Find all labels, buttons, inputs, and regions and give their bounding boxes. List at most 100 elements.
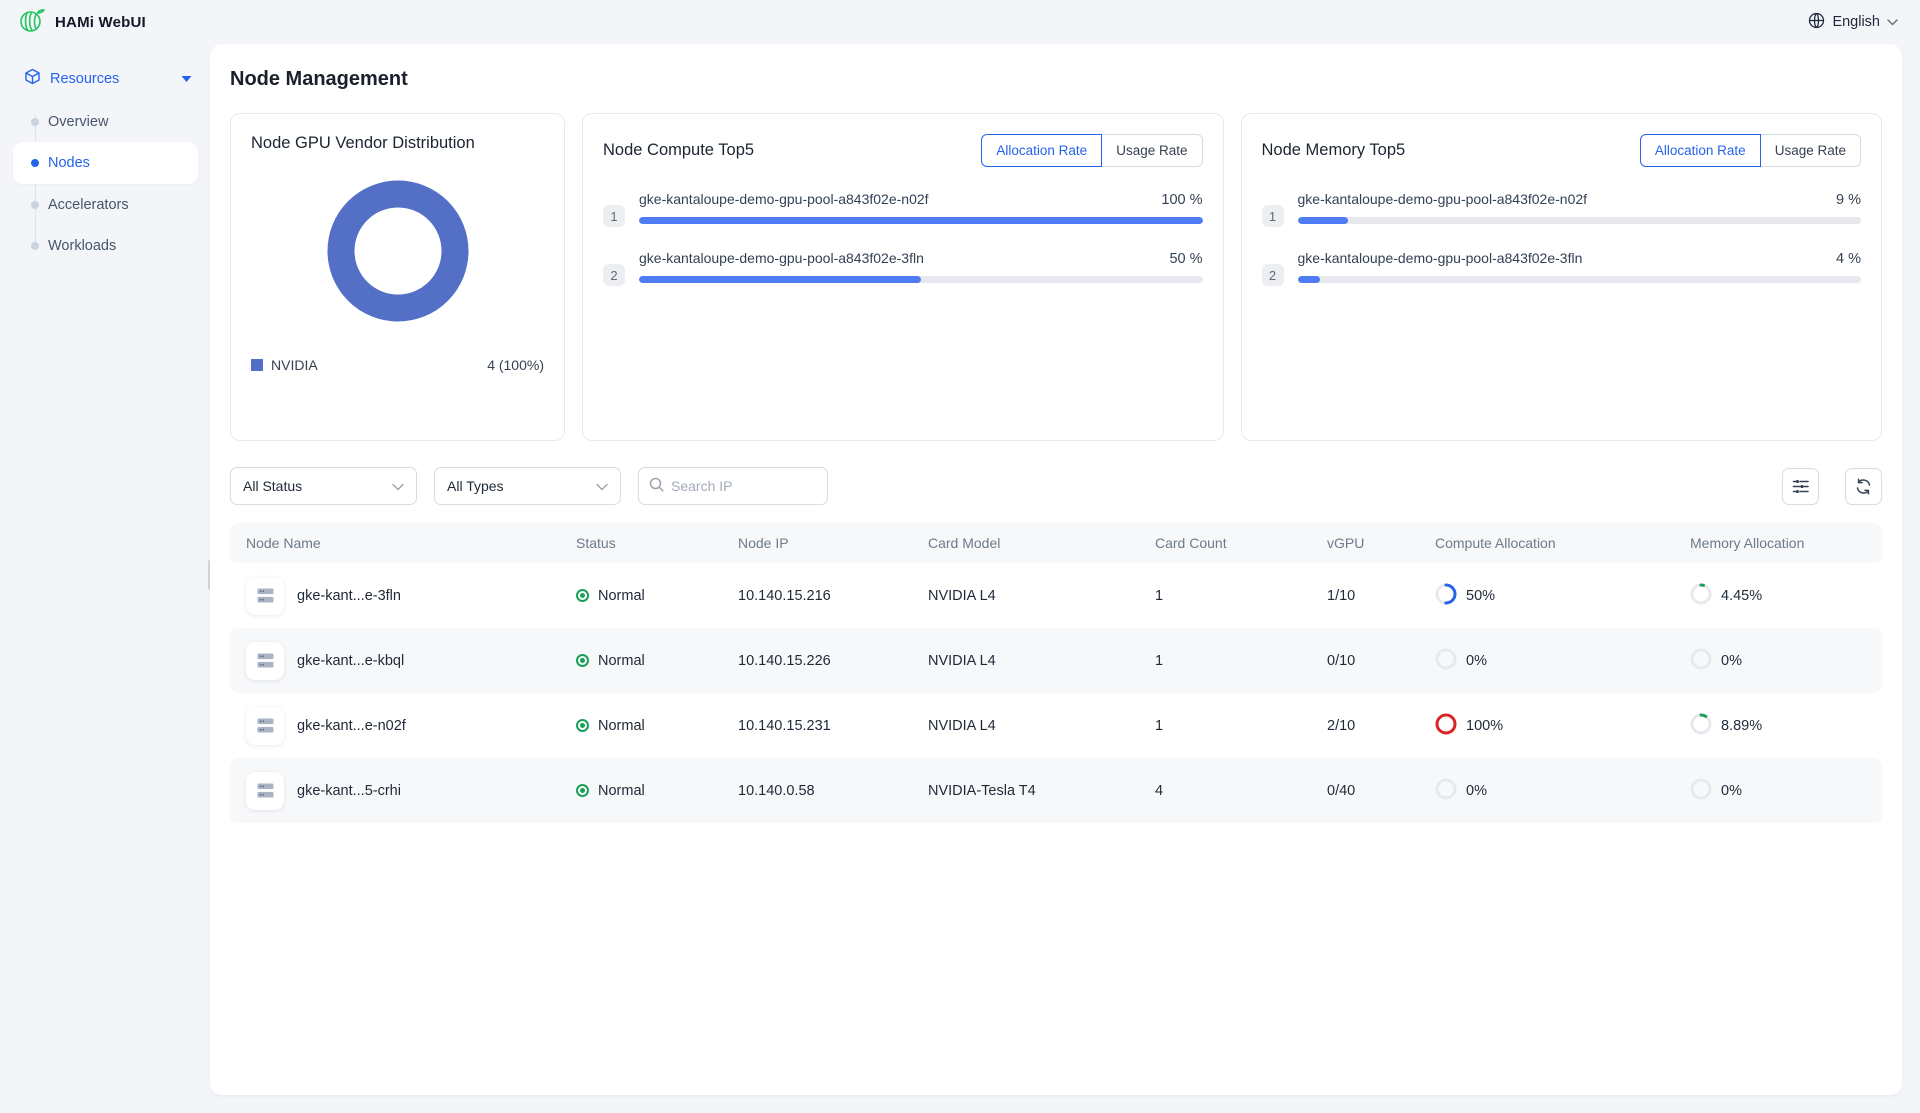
tab-allocation-rate[interactable]: Allocation Rate (1640, 134, 1761, 167)
top5-body: gke-kantaloupe-demo-gpu-pool-a843f02e-3f… (1298, 250, 1862, 286)
top5-body: gke-kantaloupe-demo-gpu-pool-a843f02e-n0… (639, 191, 1203, 227)
status-text: Normal (598, 653, 645, 669)
globe-icon (1808, 12, 1825, 33)
card-model-cell: NVIDIA-Tesla T4 (912, 783, 1139, 799)
node-name-text: gke-kant...e-3fln (297, 588, 401, 604)
status-filter-select[interactable]: All Status (230, 467, 417, 505)
memory-ring-chart (1690, 778, 1712, 804)
top5-value: 9 % (1836, 192, 1861, 208)
card-count-cell: 1 (1139, 653, 1311, 669)
brand: HAMi WebUI (18, 7, 146, 37)
tab-usage-rate[interactable]: Usage Rate (1761, 134, 1861, 167)
node-name-text: gke-kant...e-kbql (297, 653, 404, 669)
sidebar-item-nodes[interactable]: Nodes (13, 142, 198, 184)
gpu-vendor-card-title: Node GPU Vendor Distribution (251, 134, 544, 153)
table-row[interactable]: gke-kant...e-3flnNormal10.140.15.216NVID… (230, 563, 1882, 628)
table-body: gke-kant...e-3fln Normal 10.140.15.216 NVID… (230, 563, 1882, 823)
status-text: Normal (598, 588, 645, 604)
progress-bar (1298, 217, 1862, 224)
filter-bar: All Status All Types (230, 467, 1882, 505)
server-icon (246, 772, 284, 810)
server-icon (246, 577, 284, 615)
memory-top5-title: Node Memory Top5 (1262, 141, 1406, 160)
sidebar-item-label: Workloads (48, 238, 116, 254)
memory-allocation-cell: 8.89% (1674, 713, 1882, 739)
column-header-vgpu: vGPU (1311, 535, 1419, 551)
compute-ring-chart (1435, 648, 1457, 674)
rank-badge: 1 (603, 205, 625, 227)
page-title: Node Management (230, 68, 1882, 91)
app-title: HAMi WebUI (55, 14, 146, 31)
node-name-text: gke-kant...e-n02f (297, 718, 406, 734)
compute-ring-chart (1435, 778, 1457, 804)
rank-badge: 1 (1262, 205, 1284, 227)
top5-node-name: gke-kantaloupe-demo-gpu-pool-a843f02e-3f… (639, 250, 924, 266)
server-icon (246, 707, 284, 745)
tree-dot-icon (31, 118, 39, 126)
gpu-vendor-card: Node GPU Vendor Distribution NVIDIA 4 (1… (230, 113, 565, 441)
top5-body: gke-kantaloupe-demo-gpu-pool-a843f02e-n0… (1298, 191, 1862, 227)
search-box (638, 467, 828, 505)
sidebar-item-label: Accelerators (48, 197, 129, 213)
tab-usage-rate[interactable]: Usage Rate (1102, 134, 1202, 167)
compute-ring-chart (1435, 713, 1457, 739)
card-count-cell: 1 (1139, 718, 1311, 734)
column-settings-button[interactable] (1782, 468, 1819, 505)
status-cell: Normal (560, 783, 722, 799)
table-row[interactable]: gke-kant...e-n02fNormal10.140.15.231NVID… (230, 693, 1882, 758)
top5-body: gke-kantaloupe-demo-gpu-pool-a843f02e-3f… (639, 250, 1203, 286)
legend-label: NVIDIA (271, 357, 487, 373)
column-header-node-ip: Node IP (722, 535, 912, 551)
card-count-cell: 1 (1139, 588, 1311, 604)
table-row[interactable]: gke-kant...e-kbqlNormal10.140.15.226NVID… (230, 628, 1882, 693)
sidebar-item-accelerators[interactable]: Accelerators (0, 184, 210, 225)
top5-row: 1 gke-kantaloupe-demo-gpu-pool-a843f02e-n… (603, 191, 1203, 227)
memory-top5-list: 1 gke-kantaloupe-demo-gpu-pool-a843f02e-n… (1262, 191, 1862, 286)
refresh-button[interactable] (1845, 468, 1882, 505)
top5-value: 4 % (1836, 251, 1861, 267)
progress-bar (1298, 276, 1862, 283)
column-header-compute-allocation: Compute Allocation (1419, 535, 1674, 551)
top5-row: 1 gke-kantaloupe-demo-gpu-pool-a843f02e-n… (1262, 191, 1862, 227)
memory-allocation-value: 0% (1721, 653, 1742, 669)
sidebar-item-workloads[interactable]: Workloads (0, 225, 210, 266)
type-filter-select[interactable]: All Types (434, 467, 621, 505)
status-filter-value: All Status (243, 478, 392, 494)
chevron-down-icon (596, 478, 608, 494)
legend-swatch (251, 359, 263, 371)
tree-dot-icon (31, 242, 39, 250)
tab-allocation-rate[interactable]: Allocation Rate (981, 134, 1102, 167)
app-logo-icon (18, 7, 45, 37)
top5-node-name: gke-kantaloupe-demo-gpu-pool-a843f02e-n0… (1298, 191, 1588, 207)
sidebar-item-overview[interactable]: Overview (0, 101, 210, 142)
compute-allocation-value: 0% (1466, 783, 1487, 799)
language-selector[interactable]: English (1808, 12, 1898, 33)
node-ip-cell: 10.140.15.216 (722, 588, 912, 604)
server-icon (246, 642, 284, 680)
tree-dot-icon (31, 201, 39, 209)
memory-allocation-value: 4.45% (1721, 588, 1762, 604)
nodes-table: Node NameStatusNode IPCard ModelCard Cou… (230, 523, 1882, 823)
summary-cards: Node GPU Vendor Distribution NVIDIA 4 (1… (230, 113, 1882, 441)
sidebar-item-label: Nodes (48, 155, 90, 171)
type-filter-value: All Types (447, 478, 596, 494)
vgpu-cell: 0/10 (1311, 653, 1419, 669)
language-label: English (1832, 14, 1880, 30)
sidebar: Resources Overview Nodes Accelerators Workl… (0, 44, 210, 1113)
sidebar-section-resources[interactable]: Resources (0, 58, 210, 99)
cube-icon (24, 68, 41, 89)
table-header: Node NameStatusNode IPCard ModelCard Cou… (230, 523, 1882, 563)
top5-value: 50 % (1169, 251, 1202, 267)
top5-value: 100 % (1161, 192, 1202, 208)
memory-top5-card: Node Memory Top5 Allocation RateUsage Ra… (1241, 113, 1883, 441)
column-header-card-model: Card Model (912, 535, 1139, 551)
search-ip-input[interactable] (671, 478, 817, 494)
vendor-legend: NVIDIA 4 (100%) (251, 357, 544, 373)
compute-allocation-cell: 0% (1419, 648, 1674, 674)
table-row[interactable]: gke-kant...5-crhiNormal10.140.0.58NVIDIA… (230, 758, 1882, 823)
sidebar-item-label: Overview (48, 114, 108, 130)
status-ok-icon (576, 784, 589, 797)
top5-node-name: gke-kantaloupe-demo-gpu-pool-a843f02e-n0… (639, 191, 929, 207)
compute-allocation-value: 100% (1466, 718, 1503, 734)
card-count-cell: 4 (1139, 783, 1311, 799)
